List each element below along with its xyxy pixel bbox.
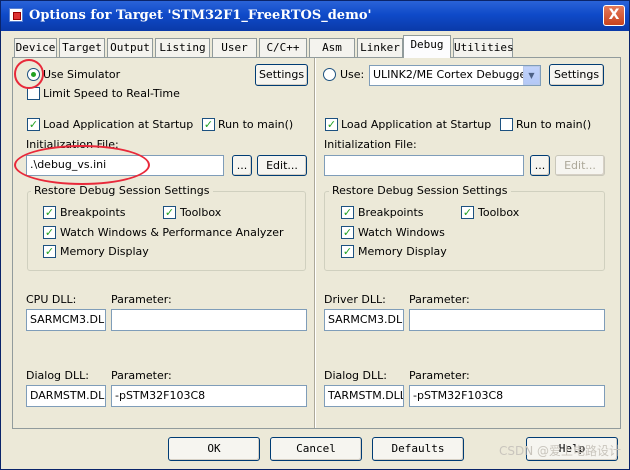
cpu-parameter-label: Parameter: xyxy=(111,293,172,306)
use-debugger-radio[interactable] xyxy=(323,68,336,81)
title-bar[interactable]: Options for Target 'STM32F1_FreeRTOS_dem… xyxy=(1,1,629,31)
defaults-button[interactable]: Defaults xyxy=(372,437,464,461)
memory-display-checkbox[interactable]: ✓ xyxy=(43,245,56,258)
panel-divider xyxy=(314,58,316,428)
right-restore-settings-title: Restore Debug Session Settings xyxy=(329,184,511,197)
chevron-down-icon[interactable]: ▼ xyxy=(523,66,540,85)
dialog-parameter-label: Parameter: xyxy=(111,369,172,382)
load-app-checkbox[interactable]: ✓ xyxy=(27,118,40,131)
memory-display-label: Memory Display xyxy=(60,245,149,258)
toolbox-label: Toolbox xyxy=(180,206,222,219)
use-simulator-label: Use Simulator xyxy=(43,68,121,81)
driver-dll-input[interactable]: SARMCM3.DLL xyxy=(324,309,404,331)
dialog-dll-label: Dialog DLL: xyxy=(26,369,89,382)
breakpoints-checkbox[interactable]: ✓ xyxy=(43,206,56,219)
simulator-settings-button[interactable]: Settings xyxy=(255,64,308,86)
right-init-file-input[interactable] xyxy=(324,155,524,176)
dialog-parameter-input[interactable]: -pSTM32F103C8 xyxy=(111,385,307,407)
right-dialog-dll-input[interactable]: TARMSTM.DLL xyxy=(324,385,404,407)
init-file-browse-button[interactable]: ... xyxy=(232,155,252,176)
right-breakpoints-label: Breakpoints xyxy=(358,206,424,219)
cpu-dll-input[interactable]: SARMCM3.DLL xyxy=(26,309,106,331)
cancel-button[interactable]: Cancel xyxy=(270,437,362,461)
breakpoints-label: Breakpoints xyxy=(60,206,126,219)
load-app-label: Load Application at Startup xyxy=(43,118,194,131)
right-run-to-main-label: Run to main() xyxy=(516,118,592,131)
right-watch-windows-checkbox[interactable]: ✓ xyxy=(341,226,354,239)
tab-listing[interactable]: Listing xyxy=(155,38,210,57)
right-init-file-label: Initialization File: xyxy=(324,138,417,151)
driver-dll-label: Driver DLL: xyxy=(324,293,386,306)
app-icon xyxy=(9,8,23,22)
debugger-select[interactable]: ULINK2/ME Cortex Debugger xyxy=(369,65,541,86)
tab-linker[interactable]: Linker xyxy=(357,38,403,57)
toolbox-checkbox[interactable]: ✓ xyxy=(163,206,176,219)
tab-utilities[interactable]: Utilities xyxy=(453,38,514,57)
limit-speed-label: Limit Speed to Real-Time xyxy=(43,87,180,100)
right-toolbox-checkbox[interactable]: ✓ xyxy=(461,206,474,219)
right-load-app-checkbox[interactable]: ✓ xyxy=(325,118,338,131)
right-dialog-dll-label: Dialog DLL: xyxy=(324,369,387,382)
tab-target[interactable]: Target xyxy=(59,38,105,57)
window-title: Options for Target 'STM32F1_FreeRTOS_dem… xyxy=(29,8,372,23)
use-debugger-label: Use: xyxy=(340,68,365,81)
right-dialog-parameter-label: Parameter: xyxy=(409,369,470,382)
cpu-dll-label: CPU DLL: xyxy=(26,293,77,306)
run-to-main-checkbox[interactable]: ✓ xyxy=(202,118,215,131)
tab-device[interactable]: Device xyxy=(14,38,57,57)
tab-asm[interactable]: Asm xyxy=(309,38,355,57)
right-memory-display-checkbox[interactable]: ✓ xyxy=(341,245,354,258)
close-button[interactable]: X xyxy=(603,5,625,26)
right-dialog-parameter-input[interactable]: -pSTM32F103C8 xyxy=(409,385,605,407)
init-file-edit-button[interactable]: Edit... xyxy=(257,155,307,176)
tab-user[interactable]: User xyxy=(212,38,257,57)
driver-parameter-input[interactable] xyxy=(409,309,605,331)
right-load-app-label: Load Application at Startup xyxy=(341,118,492,131)
driver-parameter-label: Parameter: xyxy=(409,293,470,306)
right-init-file-edit-button[interactable]: Edit... xyxy=(555,155,605,176)
watch-windows-label: Watch Windows & Performance Analyzer xyxy=(60,226,284,239)
watch-windows-checkbox[interactable]: ✓ xyxy=(43,226,56,239)
restore-settings-title: Restore Debug Session Settings xyxy=(31,184,213,197)
tab-c-cpp[interactable]: C/C++ xyxy=(259,38,307,57)
annotation-circle-simulator xyxy=(14,59,44,89)
watermark: CSDN @爱上电路设计 xyxy=(498,444,621,458)
dialog-dll-input[interactable]: DARMSTM.DLL xyxy=(26,385,106,407)
right-run-to-main-checkbox[interactable] xyxy=(500,118,513,131)
tab-output[interactable]: Output xyxy=(107,38,153,57)
ok-button[interactable]: OK xyxy=(168,437,260,461)
tab-debug[interactable]: Debug xyxy=(403,35,451,58)
right-memory-display-label: Memory Display xyxy=(358,245,447,258)
right-toolbox-label: Toolbox xyxy=(478,206,520,219)
right-watch-windows-label: Watch Windows xyxy=(358,226,445,239)
debugger-settings-button[interactable]: Settings xyxy=(549,64,604,86)
options-dialog: Options for Target 'STM32F1_FreeRTOS_dem… xyxy=(0,0,630,470)
annotation-circle-init-file xyxy=(14,145,150,185)
cpu-parameter-input[interactable] xyxy=(111,309,307,331)
right-breakpoints-checkbox[interactable]: ✓ xyxy=(341,206,354,219)
right-init-file-browse-button[interactable]: ... xyxy=(530,155,550,176)
run-to-main-label: Run to main() xyxy=(218,118,294,131)
